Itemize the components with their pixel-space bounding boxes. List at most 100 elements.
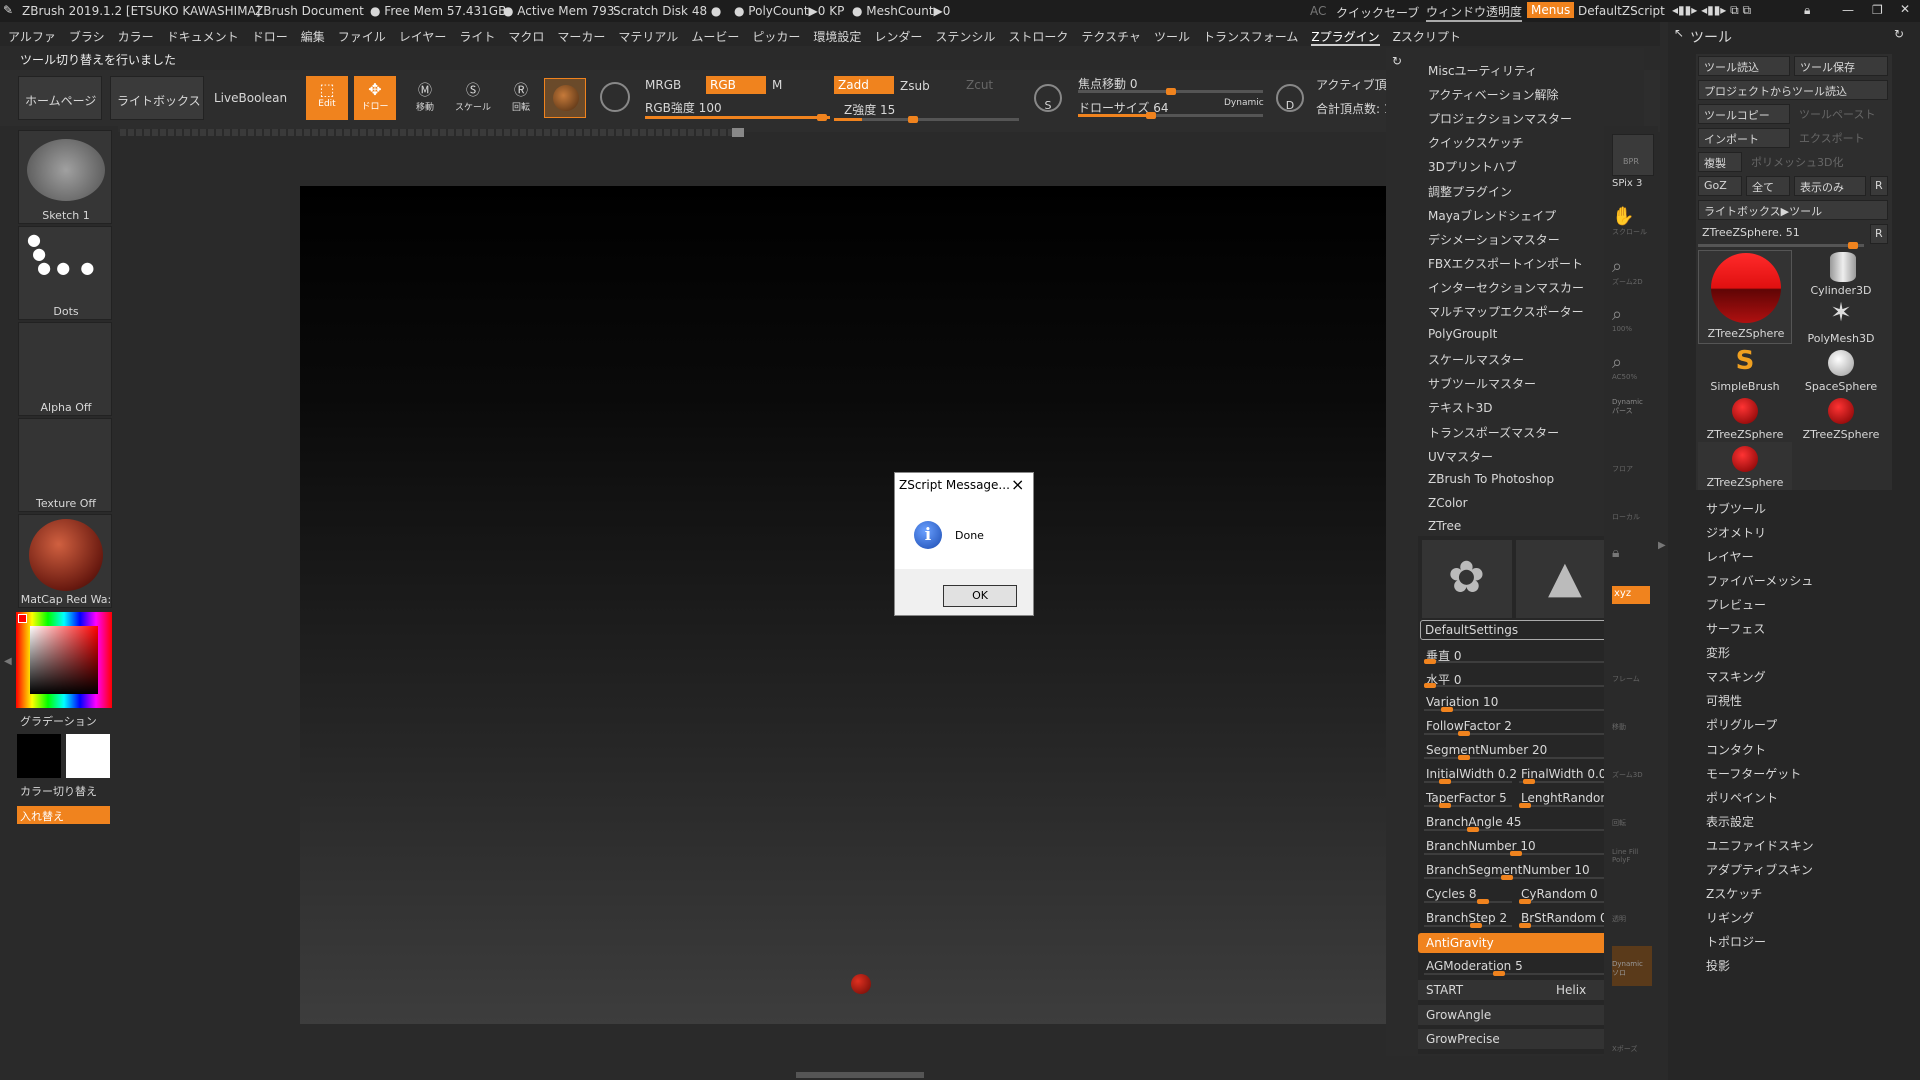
tool-section-12[interactable]: ポリペイント <box>1706 789 1778 806</box>
move-view-button[interactable]: 移動 <box>1612 704 1652 744</box>
polyframe-button[interactable]: Line Fill PolyF <box>1612 848 1652 888</box>
zplugin-item-4[interactable]: 3Dプリントハブ <box>1428 158 1517 175</box>
tool-thumbnail-spacesphere[interactable]: SpaceSphere <box>1794 346 1888 394</box>
tool-section-3[interactable]: ファイバーメッシュ <box>1706 572 1813 589</box>
ztree-param-slider[interactable] <box>1519 803 1607 808</box>
stroke-tile[interactable]: ● ● ● ● ● Dots <box>18 226 112 320</box>
menu-7[interactable]: レイヤー <box>399 30 447 44</box>
zplugin-item-6[interactable]: Mayaブレンドシェイプ <box>1428 207 1556 224</box>
liveboolean-button[interactable]: LiveBoolean <box>212 76 292 120</box>
focal-shift-slider[interactable] <box>1078 88 1263 95</box>
z-intensity-slider[interactable] <box>834 116 1019 123</box>
ztree-param-slider[interactable] <box>1424 875 1608 880</box>
current-tool-r-button[interactable]: R <box>1870 224 1888 244</box>
swap-button[interactable]: 入れ替え <box>17 806 110 824</box>
tool-palette-refresh-icon[interactable]: ↻ <box>1894 27 1904 41</box>
draw-button[interactable]: ✥ ドロー <box>354 76 396 120</box>
gyro-icon[interactable] <box>600 82 630 112</box>
left-collapse-handle[interactable]: ◀ <box>4 656 12 667</box>
tool-section-14[interactable]: ユニファイドスキン <box>1706 837 1814 854</box>
refresh-icon[interactable]: ↻ <box>1392 54 1402 68</box>
menu-15[interactable]: レンダー <box>874 30 922 44</box>
zcut-button[interactable]: Zcut <box>966 78 993 92</box>
m-button[interactable]: M <box>772 78 782 92</box>
menu-18[interactable]: テクスチャ <box>1081 30 1141 44</box>
tool-section-11[interactable]: モーフターゲット <box>1706 765 1801 782</box>
zplugin-item-14[interactable]: テキスト3D <box>1428 399 1493 416</box>
edit-button[interactable]: ⬚ Edit <box>306 76 348 120</box>
menu-20[interactable]: トランスフォーム <box>1203 30 1298 44</box>
ztree-param-slider[interactable] <box>1424 659 1608 664</box>
scale-button[interactable]: Ⓢ スケール <box>452 76 494 120</box>
zplugin-item-3[interactable]: クイックスケッチ <box>1428 134 1524 151</box>
ztree-zsphere-object[interactable] <box>851 974 871 994</box>
menu-3[interactable]: ドキュメント <box>167 30 239 44</box>
undo-history-bar[interactable] <box>120 129 740 136</box>
zplugin-item-11[interactable]: PolyGroupIt <box>1428 327 1497 341</box>
zoom3d-button[interactable]: ズーム3D <box>1612 752 1652 792</box>
ztree-param-slider[interactable] <box>1519 899 1607 904</box>
goz-button[interactable]: GoZ <box>1698 176 1742 196</box>
tool-thumbnail-simplebrush[interactable]: S SimpleBrush <box>1698 346 1792 394</box>
menu-19[interactable]: ツール <box>1154 30 1190 44</box>
bpr-button[interactable]: BPR <box>1612 134 1654 176</box>
ztree-param-row-split[interactable]: Cycles 8 CyRandom 0 <box>1418 884 1608 906</box>
menu-5[interactable]: 編集 <box>301 30 325 44</box>
perspective-button[interactable]: Dynamic パース <box>1612 398 1652 438</box>
zplugin-item-1[interactable]: アクティベーション解除 <box>1428 86 1558 103</box>
menu-6[interactable]: ファイル <box>338 30 386 44</box>
floor-button[interactable]: フロア <box>1612 448 1652 488</box>
transparent-button[interactable]: 透明 <box>1612 896 1652 936</box>
layout-icons[interactable]: ◂▮▮▸ ◂▮▮▸ ⧉ ⧉ <box>1672 3 1751 18</box>
quicksave-button[interactable]: クイックセーブ <box>1336 4 1419 21</box>
local-button[interactable]: ローカル <box>1612 496 1652 536</box>
gradation-label[interactable]: グラデーション <box>20 713 97 729</box>
ztree-param-slider[interactable] <box>1424 851 1608 856</box>
tool-section-19[interactable]: 投影 <box>1706 957 1730 974</box>
zoom100-button[interactable]: ⌕ 100% <box>1612 304 1652 344</box>
scroll-button[interactable]: ✋ スクロール <box>1612 206 1652 246</box>
rotate-view-button[interactable]: 回転 <box>1612 800 1652 840</box>
ac50-button[interactable]: ⌕ AC50% <box>1612 352 1652 392</box>
menu-13[interactable]: ピッカー <box>752 30 800 44</box>
load-from-project-button[interactable]: プロジェクトからツール読込 <box>1698 80 1888 100</box>
zplugin-item-0[interactable]: Miscユーティリティ <box>1428 62 1537 79</box>
alpha-tile[interactable]: Alpha Off <box>18 322 112 416</box>
start-button[interactable]: START Helix <box>1418 980 1608 1000</box>
ztree-param-row-split[interactable]: TaperFactor 5 LenghtRandom <box>1418 788 1612 810</box>
primary-color-swatch[interactable] <box>17 734 61 778</box>
dialog-ok-button[interactable]: OK <box>943 585 1017 607</box>
tool-section-0[interactable]: サブツール <box>1706 500 1766 517</box>
export-button[interactable]: エクスポート <box>1794 128 1888 148</box>
zplugin-item-5[interactable]: 調整プラグイン <box>1428 183 1512 200</box>
tool-palette-pin-icon[interactable]: ↖ <box>1674 26 1684 40</box>
undo-history-marker[interactable] <box>732 128 744 137</box>
mrgb-button[interactable]: MRGB <box>645 78 681 92</box>
ztree-param-row[interactable]: 水平 0 <box>1418 668 1608 690</box>
rgb-intensity-slider[interactable] <box>645 114 830 121</box>
xyz-button[interactable]: xyz <box>1612 586 1650 604</box>
bottom-scroll-handle[interactable] <box>796 1072 924 1078</box>
zoom2d-button[interactable]: ⌕ ズーム2D <box>1612 256 1652 296</box>
tool-section-1[interactable]: ジオメトリ <box>1706 524 1766 541</box>
ztree-param-row-split[interactable]: BranchStep 2 BrStRandom 0 <box>1418 908 1608 930</box>
zsub-button[interactable]: Zsub <box>900 79 930 93</box>
tool-save-button[interactable]: ツール保存 <box>1794 56 1888 76</box>
menu-10[interactable]: マーカー <box>557 30 605 44</box>
secondary-color-swatch[interactable] <box>66 734 110 778</box>
tree-shape-button-1[interactable]: ✿ <box>1422 540 1512 618</box>
ztree-param-slider[interactable] <box>1424 923 1512 928</box>
zplugin-item-8[interactable]: FBXエクスポートインポート <box>1428 255 1583 272</box>
lock-axis-button[interactable]: 🔒︎ <box>1612 542 1652 582</box>
import-button[interactable]: インポート <box>1698 128 1790 148</box>
growprecise-button[interactable]: GrowPrecise <box>1418 1029 1608 1049</box>
window-transparency-button[interactable]: ウィンドウ透明度 <box>1426 3 1523 22</box>
lightbox-button[interactable]: ライトボックス <box>110 76 204 120</box>
ztree-param-slider[interactable] <box>1424 899 1512 904</box>
menu-4[interactable]: ドロー <box>252 30 288 44</box>
tree-shape-button-2[interactable]: ▲ <box>1516 540 1606 618</box>
zplugin-item-17[interactable]: ZBrush To Photoshop <box>1428 472 1554 486</box>
zplugin-item-15[interactable]: トランスポーズマスター <box>1428 424 1559 441</box>
tool-section-9[interactable]: ポリグループ <box>1706 716 1777 733</box>
ztree-param-slider[interactable] <box>1424 827 1608 832</box>
